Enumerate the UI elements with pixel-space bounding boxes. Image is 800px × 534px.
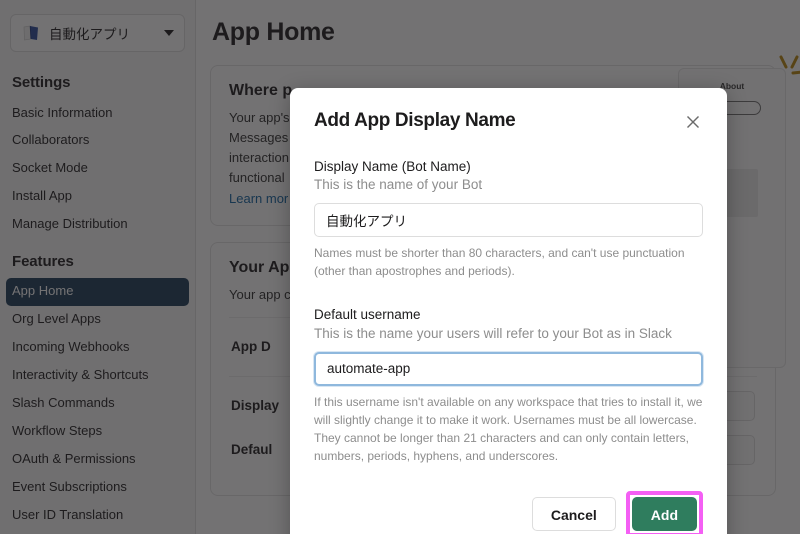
app-root: 自動化アプリ Settings Basic Information Collab… xyxy=(0,0,800,534)
field-label-default-username: Default username xyxy=(314,307,421,323)
field-hint-default-username: This is the name your users will refer t… xyxy=(314,325,672,341)
add-button[interactable]: Add xyxy=(631,496,697,531)
field-display-name: Display Name (Bot Name) This is the name… xyxy=(314,158,703,280)
field-help-display-name: Names must be shorter than 80 characters… xyxy=(314,246,685,279)
field-help-default-username: If this username isn't available on any … xyxy=(314,394,703,463)
modal-title: Add App Display Name xyxy=(314,110,516,131)
display-name-input[interactable] xyxy=(314,203,703,238)
modal-header: Add App Display Name xyxy=(314,110,703,132)
field-default-username: Default username This is the name your u… xyxy=(314,306,703,464)
field-hint-display-name: This is the name of your Bot xyxy=(314,177,483,193)
field-label-display-name: Display Name (Bot Name) xyxy=(314,159,471,174)
modal-actions: Cancel Add xyxy=(314,490,703,534)
cancel-button[interactable]: Cancel xyxy=(531,496,616,531)
default-username-input[interactable] xyxy=(314,351,703,386)
add-button-highlight: Add xyxy=(625,490,703,534)
field-spacer xyxy=(314,284,703,306)
close-icon[interactable] xyxy=(683,112,703,132)
add-app-display-name-modal: Add App Display Name Display Name (Bot N… xyxy=(290,88,727,534)
